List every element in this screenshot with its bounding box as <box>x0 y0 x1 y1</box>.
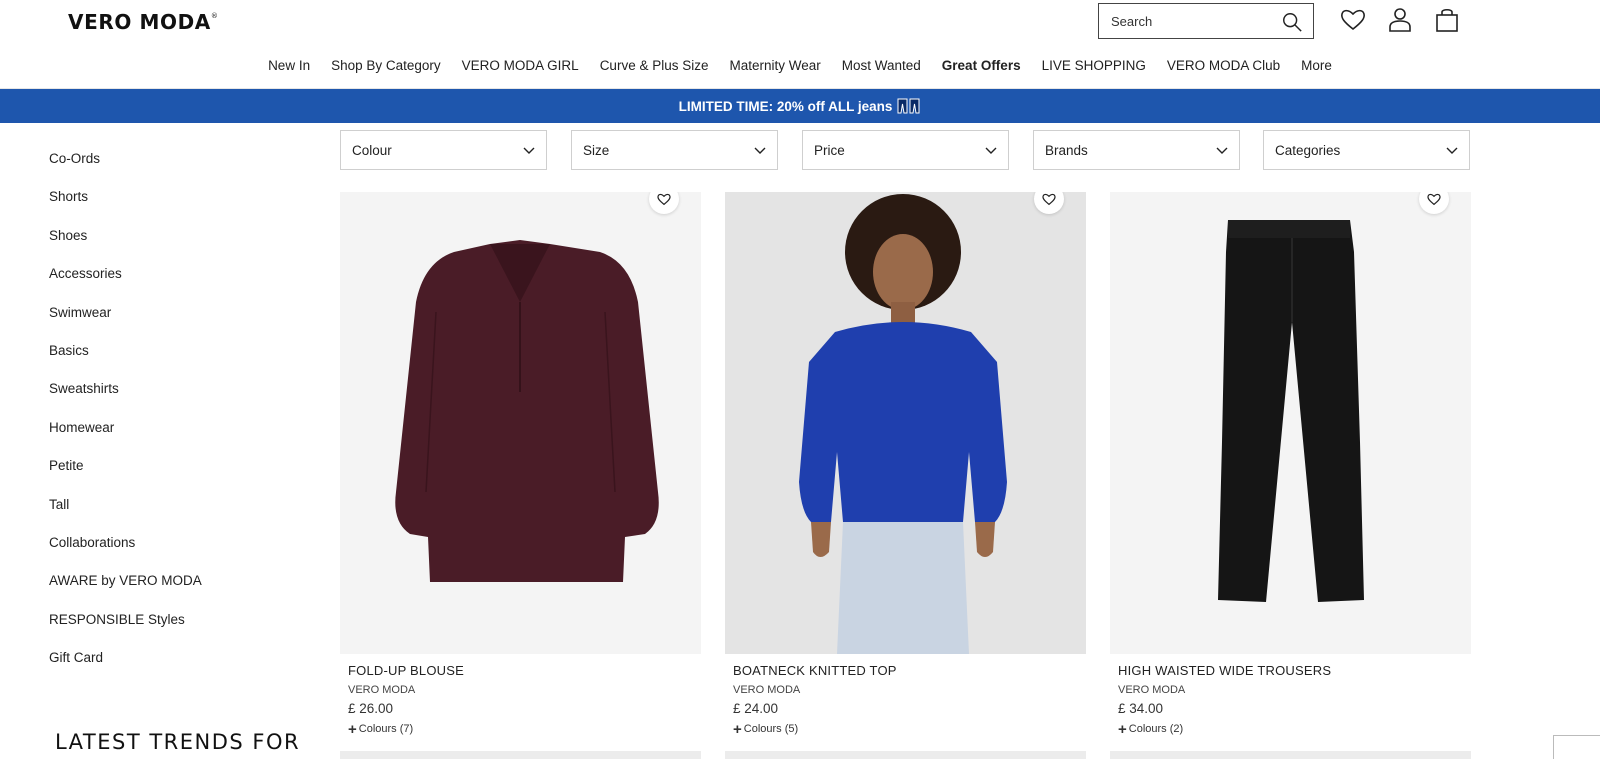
colours-count: Colours (5) <box>743 723 799 735</box>
colours-count: Colours (2) <box>1128 723 1184 735</box>
account-button[interactable] <box>1386 6 1414 34</box>
product-card-high-waisted-wide-trousers[interactable]: HIGH WAISTED WIDE TROUSERS VERO MODA £ 3… <box>1110 192 1471 737</box>
heart-icon <box>657 193 671 205</box>
filter-categories[interactable]: Categories <box>1263 130 1470 170</box>
nav-more[interactable]: More <box>1291 58 1343 73</box>
filter-bar: Colour Size Price Brands Categories <box>340 130 1470 170</box>
search-box[interactable] <box>1098 3 1314 39</box>
search-icon[interactable] <box>1281 11 1303 33</box>
sidebar-item-swimwear[interactable]: Swimwear <box>49 294 309 332</box>
filter-price[interactable]: Price <box>802 130 1009 170</box>
chevron-down-icon <box>985 147 997 154</box>
category-sidebar: Co-Ords Shorts Shoes Accessories Swimwea… <box>49 140 309 677</box>
nav-great-offers[interactable]: Great Offers <box>931 58 1031 73</box>
plus-icon: + <box>1118 720 1127 738</box>
latest-trends-heading: LATEST TRENDS FOR <box>55 730 301 754</box>
product-card-fold-up-blouse[interactable]: FOLD-UP BLOUSE VERO MODA £ 26.00 + Colou… <box>340 192 701 737</box>
product-image[interactable] <box>725 192 1086 654</box>
sidebar-item-shoes[interactable]: Shoes <box>49 217 309 255</box>
heart-icon <box>1341 9 1365 31</box>
filter-label: Size <box>583 142 610 158</box>
product-price: £ 24.00 <box>733 701 779 716</box>
product-brand: VERO MODA <box>1118 684 1186 696</box>
logo-text: VERO MODA <box>68 10 211 34</box>
nav-vero-moda-club[interactable]: VERO MODA Club <box>1156 58 1290 73</box>
filter-brands[interactable]: Brands <box>1033 130 1240 170</box>
chat-widget[interactable] <box>1553 735 1600 759</box>
sidebar-item-basics[interactable]: Basics <box>49 332 309 370</box>
site-logo[interactable]: VERO MODA® <box>68 10 219 34</box>
product-card-next-row <box>340 751 701 759</box>
nav-maternity-wear[interactable]: Maternity Wear <box>719 58 831 73</box>
product-colours-toggle[interactable]: + Colours (5) <box>733 720 799 738</box>
filter-label: Brands <box>1045 142 1088 158</box>
product-name[interactable]: HIGH WAISTED WIDE TROUSERS <box>1118 663 1331 678</box>
filter-label: Colour <box>352 142 392 158</box>
chevron-down-icon <box>1446 147 1458 154</box>
product-price: £ 34.00 <box>1118 701 1164 716</box>
filter-label: Price <box>814 142 845 158</box>
bag-button[interactable] <box>1433 6 1461 34</box>
product-card-boatneck-knitted-top[interactable]: BOATNECK KNITTED TOP VERO MODA £ 24.00 +… <box>725 192 1086 737</box>
nav-shop-by-category[interactable]: Shop By Category <box>321 58 452 73</box>
product-image[interactable] <box>1110 192 1471 654</box>
sidebar-item-homewear[interactable]: Homewear <box>49 409 309 447</box>
sidebar-item-shorts[interactable]: Shorts <box>49 178 309 216</box>
product-brand: VERO MODA <box>348 684 416 696</box>
filter-colour[interactable]: Colour <box>340 130 547 170</box>
promo-banner[interactable]: LIMITED TIME: 20% off ALL jeans <box>0 89 1600 123</box>
chevron-down-icon <box>523 147 535 154</box>
plus-icon: + <box>348 720 357 738</box>
jeans-icon <box>897 98 920 114</box>
nav-live-shopping[interactable]: LIVE SHOPPING <box>1031 58 1156 73</box>
product-colours-toggle[interactable]: + Colours (7) <box>348 720 414 738</box>
wishlist-button[interactable] <box>1339 6 1367 34</box>
filter-label: Categories <box>1275 142 1341 158</box>
product-card-next-row <box>725 751 1086 759</box>
product-name[interactable]: FOLD-UP BLOUSE <box>348 663 464 678</box>
sidebar-item-responsible-styles[interactable]: RESPONSIBLE Styles <box>49 601 309 639</box>
product-name[interactable]: BOATNECK KNITTED TOP <box>733 663 897 678</box>
sidebar-item-sweatshirts[interactable]: Sweatshirts <box>49 370 309 408</box>
sidebar-item-petite[interactable]: Petite <box>49 447 309 485</box>
filter-size[interactable]: Size <box>571 130 778 170</box>
shopping-bag-icon <box>1436 8 1458 32</box>
heart-icon <box>1427 193 1441 205</box>
sidebar-item-collaborations[interactable]: Collaborations <box>49 524 309 562</box>
user-icon <box>1389 8 1411 32</box>
nav-most-wanted[interactable]: Most Wanted <box>831 58 931 73</box>
search-input[interactable] <box>1111 13 1279 29</box>
sidebar-item-tall[interactable]: Tall <box>49 486 309 524</box>
site-header: VERO MODA® New In Shop By Category VERO … <box>0 0 1600 89</box>
logo-trademark: ® <box>210 12 219 20</box>
trousers-image <box>1218 220 1364 602</box>
blouse-image <box>395 240 659 582</box>
product-colours-toggle[interactable]: + Colours (2) <box>1118 720 1184 738</box>
product-brand: VERO MODA <box>733 684 801 696</box>
nav-curve-plus-size[interactable]: Curve & Plus Size <box>589 58 719 73</box>
sidebar-item-gift-card[interactable]: Gift Card <box>49 639 309 677</box>
knitted-top-image <box>799 194 1007 654</box>
plus-icon: + <box>733 720 742 738</box>
heart-icon <box>1042 193 1056 205</box>
chevron-down-icon <box>754 147 766 154</box>
colours-count: Colours (7) <box>358 723 414 735</box>
nav-new-in[interactable]: New In <box>258 58 321 73</box>
sidebar-item-accessories[interactable]: Accessories <box>49 255 309 293</box>
sidebar-item-co-ords[interactable]: Co-Ords <box>49 140 309 178</box>
product-card-next-row <box>1110 751 1471 759</box>
promo-text: LIMITED TIME: 20% off ALL jeans <box>678 98 893 114</box>
chevron-down-icon <box>1216 147 1228 154</box>
nav-vero-moda-girl[interactable]: VERO MODA GIRL <box>451 58 589 73</box>
product-price: £ 26.00 <box>348 701 394 716</box>
product-image[interactable] <box>340 192 701 654</box>
sidebar-item-aware[interactable]: AWARE by VERO MODA <box>49 562 309 600</box>
main-nav: New In Shop By Category VERO MODA GIRL C… <box>0 58 1600 73</box>
